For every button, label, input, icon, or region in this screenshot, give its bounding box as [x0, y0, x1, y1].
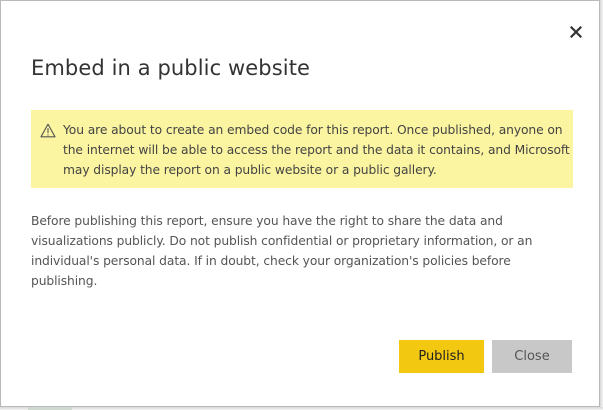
publish-guidance-text: Before publishing this report, ensure yo…: [31, 214, 533, 288]
dialog-title: Embed in a public website: [31, 56, 311, 80]
publish-button[interactable]: Publish: [399, 340, 484, 373]
warning-banner: You are about to create an embed code fo…: [31, 110, 573, 188]
embed-dialog: Embed in a public website You are about …: [0, 0, 600, 407]
close-button[interactable]: Close: [492, 340, 572, 373]
warning-icon: [40, 123, 56, 138]
close-dialog-button[interactable]: [565, 21, 587, 43]
close-icon: [570, 26, 582, 38]
warning-text: You are about to create an embed code fo…: [63, 123, 570, 177]
